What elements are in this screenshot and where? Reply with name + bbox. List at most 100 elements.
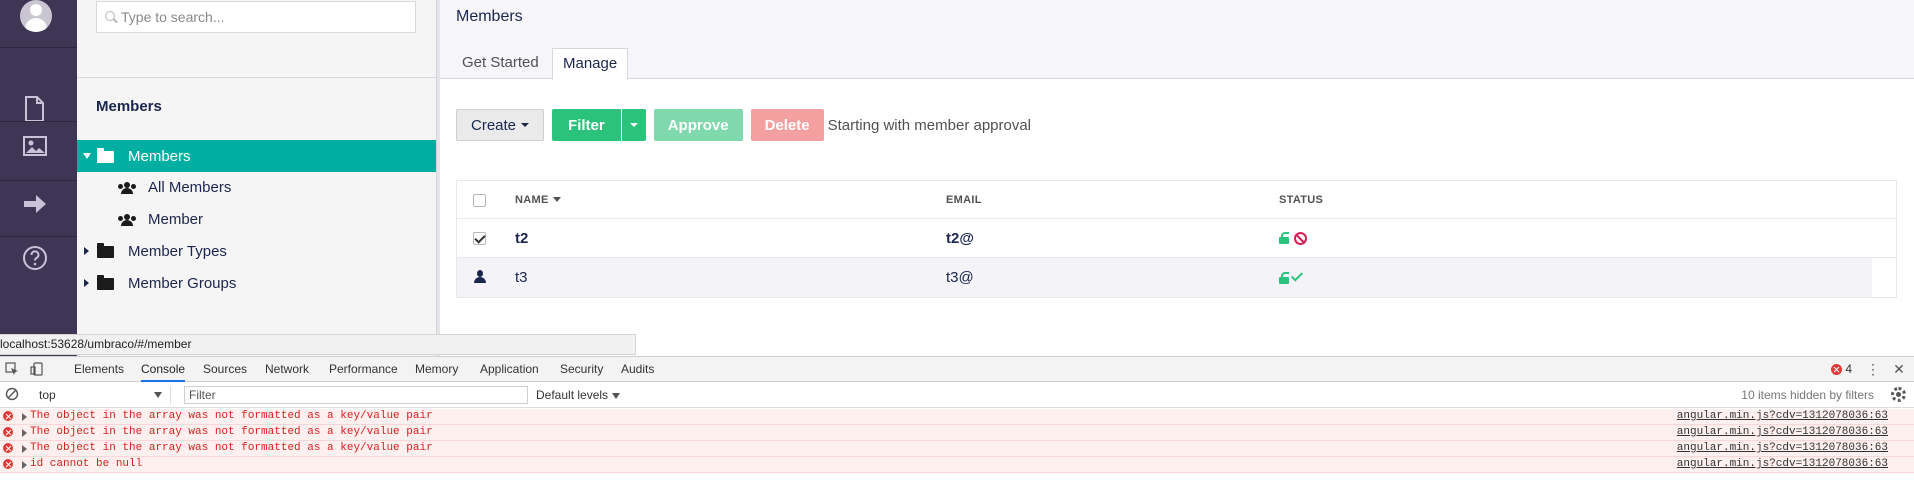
- unlock-icon: [1279, 271, 1289, 284]
- row-checkbox[interactable]: [473, 232, 486, 245]
- member-status: [1279, 219, 1307, 257]
- tree-item-member-types[interactable]: Member Types: [77, 235, 436, 267]
- error-count-badge[interactable]: 4: [1831, 362, 1852, 376]
- context-select[interactable]: top: [33, 386, 171, 404]
- tab-get-started[interactable]: Get Started: [452, 48, 549, 79]
- checkmark-icon: [1290, 269, 1304, 282]
- gear-icon[interactable]: [1891, 387, 1906, 402]
- devtools-tab-audits[interactable]: Audits: [621, 357, 654, 382]
- expand-arrow-icon[interactable]: [22, 461, 27, 469]
- caret-right-icon[interactable]: [84, 279, 89, 287]
- device-toolbar-icon[interactable]: [30, 362, 44, 376]
- media-section-icon[interactable]: [22, 134, 50, 162]
- console-filterbar: top Default levels 10 items hidden by fi…: [0, 382, 1914, 408]
- expand-arrow-icon[interactable]: [22, 413, 27, 421]
- section-navbar: [0, 0, 77, 356]
- folder-icon: [97, 148, 114, 163]
- log-levels-select[interactable]: Default levels: [536, 386, 621, 404]
- devtools-tab-security[interactable]: Security: [560, 357, 603, 382]
- toolbar-message: Starting with member approval: [827, 116, 1032, 134]
- tree-item-members[interactable]: Members: [77, 140, 436, 172]
- devtools-tab-console[interactable]: Console: [141, 357, 186, 382]
- more-options-icon[interactable]: ⋮: [1866, 362, 1880, 376]
- tree-item-label: Member Types: [128, 242, 227, 260]
- create-button[interactable]: Create: [456, 109, 545, 141]
- error-source-link[interactable]: angular.min.js?cdv=1312078036:63: [1677, 458, 1888, 470]
- select-all-checkbox[interactable]: [473, 194, 486, 207]
- delete-button[interactable]: Delete: [750, 109, 824, 141]
- folder-icon: [97, 275, 114, 290]
- tree-item-member[interactable]: Member: [77, 203, 436, 235]
- table-row[interactable]: t2 t2@: [457, 219, 1896, 258]
- users-icon: [118, 182, 136, 194]
- inspect-element-icon[interactable]: [5, 362, 19, 376]
- devtools-tabbar: Elements Console Sources Network Perform…: [0, 357, 1914, 382]
- user-icon: [473, 270, 487, 284]
- devtools-tab-network[interactable]: Network: [265, 357, 309, 382]
- devtools-tab-sources[interactable]: Sources: [203, 357, 247, 382]
- devtools-tab-application[interactable]: Application: [480, 357, 539, 382]
- console-error-row[interactable]: The object in the array was not formatte…: [0, 441, 1914, 457]
- filter-button[interactable]: Filter: [552, 109, 621, 141]
- page-title: Members: [456, 8, 523, 25]
- error-icon: [3, 427, 13, 437]
- content-section-icon[interactable]: [22, 96, 50, 124]
- console-filter-input[interactable]: [184, 386, 528, 404]
- expand-arrow-icon[interactable]: [22, 429, 27, 437]
- member-name[interactable]: t2: [515, 219, 528, 257]
- dropdown-icon: [154, 392, 162, 398]
- umbraco-app: Members Members All Members Member Membe…: [0, 0, 1914, 356]
- sort-desc-icon: [552, 197, 561, 202]
- caret-right-icon[interactable]: [84, 247, 89, 255]
- expand-arrow-icon[interactable]: [22, 445, 27, 453]
- error-icon: [1831, 363, 1843, 375]
- error-message: The object in the array was not formatte…: [30, 442, 433, 454]
- column-status[interactable]: STATUS: [1279, 181, 1323, 218]
- error-source-link[interactable]: angular.min.js?cdv=1312078036:63: [1677, 426, 1888, 438]
- member-name[interactable]: t3: [515, 258, 528, 297]
- approve-button[interactable]: Approve: [653, 109, 743, 141]
- tree-search-box: [96, 1, 416, 33]
- create-label: Create: [471, 116, 517, 134]
- error-icon: [3, 459, 13, 469]
- help-icon[interactable]: [22, 245, 50, 273]
- error-source-link[interactable]: angular.min.js?cdv=1312078036:63: [1677, 442, 1888, 454]
- table-row[interactable]: t3 t3@: [457, 258, 1872, 297]
- error-count: 4: [1845, 362, 1852, 376]
- unlock-icon: [1279, 232, 1289, 244]
- tree-item-all-members[interactable]: All Members: [77, 171, 436, 203]
- member-email: t2@: [946, 229, 974, 247]
- caret-down-icon[interactable]: [83, 153, 91, 159]
- column-email[interactable]: EMAIL: [946, 181, 982, 218]
- tree-item-label: Member Groups: [128, 274, 237, 292]
- main-panel: Members Get Started Manage Create Filter…: [440, 0, 1914, 356]
- user-avatar[interactable]: [20, 0, 52, 32]
- console-error-row[interactable]: The object in the array was not formatte…: [0, 425, 1914, 441]
- tree-item-label: Member: [148, 210, 204, 228]
- filter-dropdown-button[interactable]: [621, 109, 646, 141]
- main-header: Members Get Started Manage: [440, 0, 1914, 80]
- column-label: NAME: [515, 193, 549, 206]
- dropdown-icon: [612, 392, 621, 399]
- column-name[interactable]: NAME: [515, 181, 561, 218]
- tree-search-input[interactable]: [121, 2, 411, 32]
- tab-manage[interactable]: Manage: [552, 48, 629, 80]
- clear-console-icon[interactable]: [5, 387, 19, 401]
- table-header: NAME EMAIL STATUS: [457, 181, 1896, 219]
- forward-arrow-icon[interactable]: [22, 192, 50, 220]
- tree-item-member-groups[interactable]: Member Groups: [77, 267, 436, 299]
- members-table: NAME EMAIL STATUS t2 t2@ t3 t3@: [456, 180, 1897, 298]
- tree-panel: Members Members All Members Member Membe…: [77, 0, 436, 356]
- console-error-row[interactable]: id cannot be null angular.min.js?cdv=131…: [0, 457, 1914, 473]
- close-icon[interactable]: ✕: [1892, 362, 1906, 376]
- devtools-tab-performance[interactable]: Performance: [329, 357, 398, 382]
- users-icon: [118, 214, 136, 226]
- console-error-row[interactable]: The object in the array was not formatte…: [0, 409, 1914, 425]
- devtools-tab-elements[interactable]: Elements: [74, 357, 124, 382]
- member-toolbar: Create Filter Approve Delete Starting wi…: [456, 109, 1031, 141]
- caret-down-icon: [629, 123, 638, 127]
- devtools-tab-memory[interactable]: Memory: [415, 357, 458, 382]
- error-source-link[interactable]: angular.min.js?cdv=1312078036:63: [1677, 410, 1888, 422]
- caret-down-icon: [521, 123, 530, 127]
- levels-label: Default levels: [536, 388, 609, 402]
